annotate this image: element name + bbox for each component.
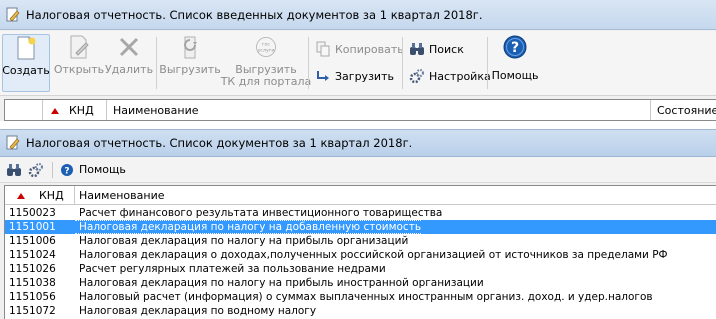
- table-row[interactable]: 1151038 Налоговая декларация по налогу на…: [5, 276, 716, 290]
- create-button[interactable]: Создать: [2, 34, 50, 92]
- new-document-icon: [13, 35, 39, 61]
- sort-asc-icon: [17, 189, 25, 202]
- grid-header-knd[interactable]: КНД: [43, 100, 107, 120]
- load-button[interactable]: Загрузить: [315, 67, 394, 85]
- help-button[interactable]: ? Помощь: [492, 34, 538, 92]
- document-types-grid: КНД Наименование 1150023 Расчет финансово…: [4, 185, 716, 319]
- name-cell: Налоговая декларация о доходах,полученны…: [79, 249, 668, 261]
- help-question-icon[interactable]: ?: [59, 162, 75, 178]
- window2-toolbar: ? Помощь: [0, 157, 716, 183]
- svg-text:?: ?: [511, 40, 519, 56]
- gosuslugi-icon: гос услуги: [253, 34, 279, 60]
- sort-asc-icon: [51, 104, 59, 117]
- export-icon: [177, 34, 203, 60]
- grid-header-select[interactable]: [5, 100, 43, 120]
- load-arrow-icon: [315, 68, 331, 84]
- name-cell: Налоговая декларация по налогу на прибыл…: [79, 277, 484, 289]
- knd-cell: 1151072: [9, 305, 56, 317]
- name-cell: Налоговая декларация по налогу на добавл…: [75, 220, 422, 234]
- binoculars-icon: [409, 41, 425, 57]
- search-button[interactable]: Поиск: [409, 40, 464, 58]
- knd-cell: 1150023: [9, 207, 56, 219]
- window-gap: [0, 121, 716, 129]
- settings-button[interactable]: Настройка: [409, 67, 491, 85]
- gears-icon[interactable]: [28, 162, 44, 178]
- knd-cell: 1151026: [9, 263, 56, 275]
- table-row[interactable]: 1151001 Налоговая декларация по налогу на…: [5, 220, 716, 234]
- knd-cell: 1151001: [9, 221, 56, 233]
- export-button[interactable]: Выгрузить: [159, 34, 221, 92]
- svg-text:?: ?: [64, 166, 69, 176]
- toolbar-separator: [52, 161, 53, 178]
- grid-header-status[interactable]: Состояние: [651, 100, 716, 120]
- documents-grid: КНД Наименование Состояние: [4, 99, 716, 121]
- table-row[interactable]: 1151056 Налоговый расчет (информация) о с…: [5, 290, 716, 304]
- svg-text:гос: гос: [262, 42, 270, 47]
- grid-header-knd[interactable]: КНД: [5, 186, 75, 204]
- name-cell: Расчет финансового результата инвестицио…: [79, 207, 443, 219]
- copy-button[interactable]: Копировать: [315, 40, 404, 58]
- help-question-icon: ?: [502, 34, 528, 60]
- table-row[interactable]: 1151072 Налоговая декларация по водному н…: [5, 304, 716, 318]
- table-row[interactable]: 1150023 Расчет финансового результата инв…: [5, 206, 716, 220]
- export-tk-button[interactable]: гос услуги Выгрузить ТК для портала: [221, 34, 311, 92]
- help-label[interactable]: Помощь: [79, 163, 126, 176]
- edit-document-icon: [66, 34, 92, 60]
- knd-cell: 1151006: [9, 235, 56, 247]
- table-row[interactable]: 1151026 Расчет регулярных платежей за пол…: [5, 262, 716, 276]
- toolbar-separator: [487, 37, 488, 89]
- open-button[interactable]: Открыть: [54, 34, 104, 92]
- table-row[interactable]: 1151006 Налоговая декларация по налогу на…: [5, 234, 716, 248]
- knd-cell: 1151024: [9, 249, 56, 261]
- grid-header-name[interactable]: Наименование: [107, 100, 651, 120]
- toolbar-separator: [308, 37, 309, 89]
- copy-icon: [315, 41, 331, 57]
- svg-text:услуги: услуги: [258, 48, 275, 53]
- knd-cell: 1151056: [9, 291, 56, 303]
- toolbar-separator: [402, 37, 403, 89]
- delete-x-icon: [116, 34, 142, 60]
- grid-rows: 1150023 Расчет финансового результата инв…: [5, 206, 716, 318]
- window-title: Налоговая отчетность. Список введенных д…: [26, 7, 483, 22]
- name-cell: Расчет регулярных платежей за пользовани…: [79, 263, 386, 275]
- toolbar-separator: [156, 37, 157, 89]
- document-edit-icon: [6, 7, 20, 23]
- name-cell: Налоговая декларация по водному налогу: [79, 305, 317, 317]
- document-edit-icon: [6, 135, 20, 151]
- window-title-bar: Налоговая отчетность. Список введенных д…: [0, 0, 716, 30]
- delete-button[interactable]: Удалить: [105, 34, 153, 92]
- grid-header: КНД Наименование: [5, 186, 716, 205]
- window2-title-bar: Налоговая отчетность. Список документов …: [0, 129, 716, 157]
- name-cell: Налоговая декларация по налогу на прибыл…: [79, 235, 409, 247]
- table-row[interactable]: 1151024 Налоговая декларация о доходах,по…: [5, 248, 716, 262]
- window2-title: Налоговая отчетность. Список документов …: [26, 136, 413, 150]
- grid-header-name[interactable]: Наименование: [75, 186, 716, 204]
- main-toolbar: Создать Открыть Удалить Выгрузить гос усл…: [0, 31, 716, 96]
- binoculars-icon[interactable]: [6, 162, 22, 178]
- knd-cell: 1151038: [9, 277, 56, 289]
- gears-icon: [409, 68, 425, 84]
- name-cell: Налоговый расчет (информация) о суммах в…: [79, 291, 653, 303]
